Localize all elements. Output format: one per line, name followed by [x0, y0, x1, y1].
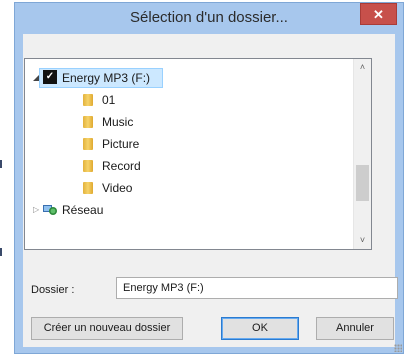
- edge-mark: [0, 248, 2, 256]
- folder-input[interactable]: Energy MP3 (F:): [116, 277, 398, 299]
- ok-button[interactable]: OK: [221, 317, 299, 340]
- drive-label: Energy MP3 (F:): [62, 71, 151, 85]
- folder-icon: [83, 160, 93, 172]
- tree-scrollbar[interactable]: ˄ ˅: [353, 59, 371, 249]
- folder-icon: [83, 116, 93, 128]
- tree-item-drive[interactable]: ◢ ✓ Energy MP3 (F:): [25, 68, 355, 88]
- tree-item-folder[interactable]: 01: [25, 90, 355, 110]
- folder-tree[interactable]: ◢ ✓ Energy MP3 (F:) 01 Music Picture Rec…: [24, 58, 372, 250]
- resize-grip-icon[interactable]: [394, 344, 402, 352]
- edge-mark: [0, 160, 2, 168]
- tree-item-folder[interactable]: Video: [25, 178, 355, 198]
- network-globe-icon: [43, 205, 57, 215]
- folder-icon: [83, 182, 93, 194]
- folder-label: Picture: [102, 137, 140, 151]
- title-bar[interactable]: Sélection d'un dossier... ✕: [15, 3, 403, 34]
- scroll-down-icon[interactable]: ˅: [354, 232, 371, 249]
- dialog-title: Sélection d'un dossier...: [130, 9, 288, 26]
- tree-item-folder[interactable]: Record: [25, 156, 355, 176]
- close-button[interactable]: ✕: [360, 3, 397, 25]
- folder-field-label: Dossier :: [31, 284, 75, 296]
- tree-item-folder[interactable]: Music: [25, 112, 355, 132]
- scroll-up-icon[interactable]: ˄: [354, 59, 371, 76]
- close-icon: ✕: [373, 7, 384, 22]
- folder-label: Music: [102, 115, 134, 129]
- checkmark-drive-icon: ✓: [43, 70, 57, 84]
- tree-item-network[interactable]: ▷ Réseau: [25, 200, 355, 220]
- folder-icon: [83, 94, 93, 106]
- expand-arrow-icon[interactable]: ▷: [33, 205, 39, 214]
- folder-label: 01: [102, 93, 116, 107]
- cancel-button[interactable]: Annuler: [316, 317, 394, 340]
- scroll-thumb[interactable]: [356, 165, 369, 201]
- network-label: Réseau: [62, 203, 104, 217]
- folder-label: Video: [102, 181, 133, 195]
- new-folder-button[interactable]: Créer un nouveau dossier: [31, 317, 183, 340]
- tree-item-folder[interactable]: Picture: [25, 134, 355, 154]
- folder-label: Record: [102, 159, 141, 173]
- folder-icon: [83, 138, 93, 150]
